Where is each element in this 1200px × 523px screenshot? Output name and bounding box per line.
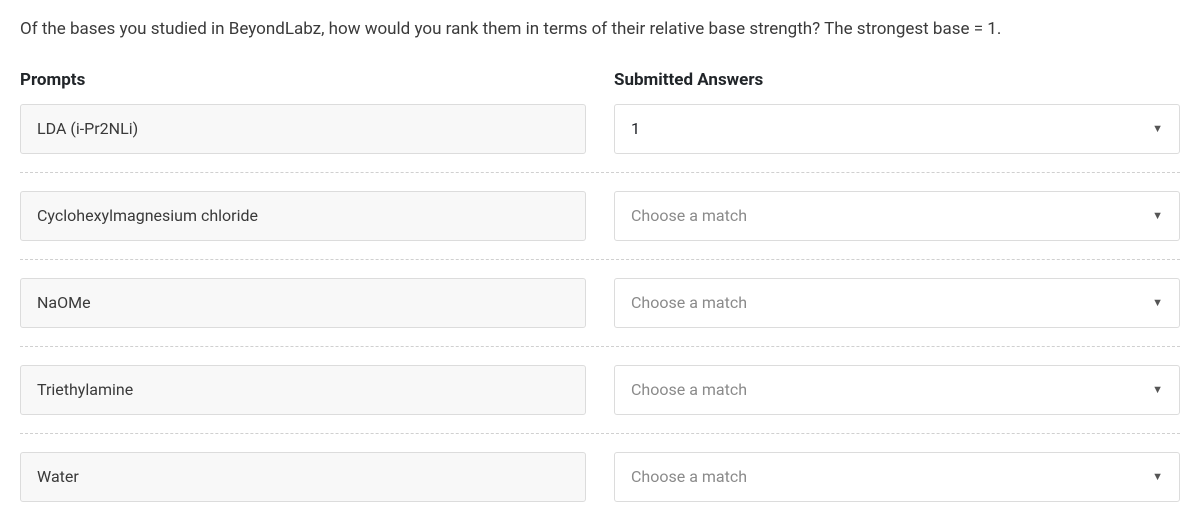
- match-row: Triethylamine Choose a match ▼: [20, 365, 1180, 434]
- match-row: LDA (i-Pr2NLi) 1 ▼: [20, 104, 1180, 173]
- prompt-label: Water: [37, 467, 79, 486]
- answer-placeholder: Choose a match: [631, 380, 747, 399]
- answer-select[interactable]: Choose a match ▼: [614, 365, 1180, 415]
- matching-grid: Prompts Submitted Answers LDA (i-Pr2NLi)…: [20, 70, 1180, 502]
- prompt-label: Triethylamine: [37, 380, 133, 399]
- answer-placeholder: Choose a match: [631, 467, 747, 486]
- answer-select[interactable]: Choose a match ▼: [614, 191, 1180, 241]
- prompt-label: Cyclohexylmagnesium chloride: [37, 206, 258, 225]
- prompt-label: LDA (i-Pr2NLi): [37, 119, 138, 138]
- answer-select[interactable]: 1 ▼: [614, 104, 1180, 154]
- prompt-box: NaOMe: [20, 278, 586, 328]
- answers-header: Submitted Answers: [614, 70, 1180, 90]
- match-row: NaOMe Choose a match ▼: [20, 278, 1180, 347]
- answer-value: 1: [631, 119, 640, 138]
- chevron-down-icon: ▼: [1152, 296, 1163, 309]
- match-row: Water Choose a match ▼: [20, 452, 1180, 502]
- chevron-down-icon: ▼: [1152, 209, 1163, 222]
- chevron-down-icon: ▼: [1152, 122, 1163, 135]
- answer-select[interactable]: Choose a match ▼: [614, 278, 1180, 328]
- prompt-box: LDA (i-Pr2NLi): [20, 104, 586, 154]
- match-row: Cyclohexylmagnesium chloride Choose a ma…: [20, 191, 1180, 260]
- answer-placeholder: Choose a match: [631, 293, 747, 312]
- chevron-down-icon: ▼: [1152, 470, 1163, 483]
- question-text: Of the bases you studied in BeyondLabz, …: [20, 18, 1180, 42]
- prompts-header: Prompts: [20, 70, 586, 90]
- prompt-box: Triethylamine: [20, 365, 586, 415]
- answer-select[interactable]: Choose a match ▼: [614, 452, 1180, 502]
- prompt-label: NaOMe: [37, 293, 91, 312]
- prompt-box: Cyclohexylmagnesium chloride: [20, 191, 586, 241]
- prompt-box: Water: [20, 452, 586, 502]
- answer-placeholder: Choose a match: [631, 206, 747, 225]
- match-rows: LDA (i-Pr2NLi) 1 ▼ Cyclohexylmagnesium c…: [20, 104, 1180, 502]
- chevron-down-icon: ▼: [1152, 383, 1163, 396]
